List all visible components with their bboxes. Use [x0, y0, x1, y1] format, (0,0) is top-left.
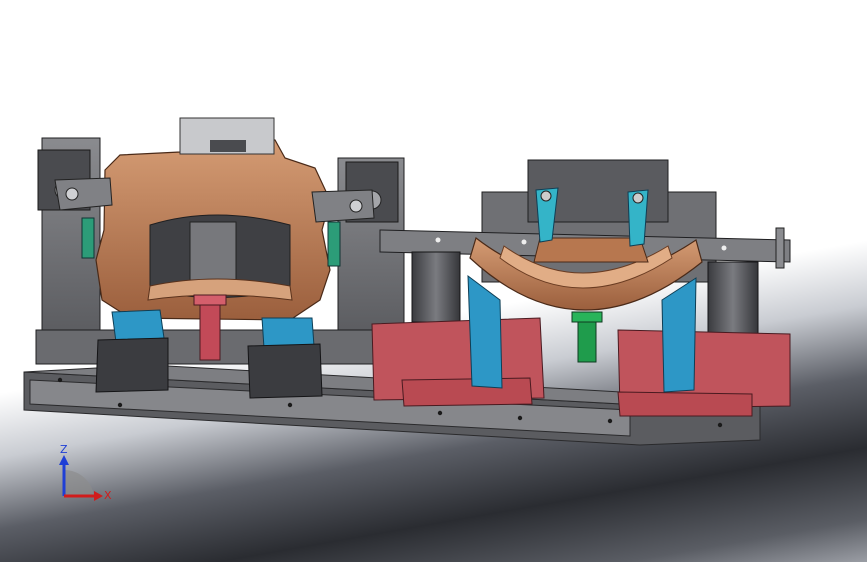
blue-locator-right[interactable] [261, 317, 315, 349]
axis-triad: Z X [59, 443, 112, 502]
copper-caliper-housing[interactable] [95, 117, 331, 321]
blue-locator-left[interactable] [111, 309, 165, 343]
right-clamp-arm[interactable] [311, 189, 375, 223]
left-clamp-arm[interactable] [54, 177, 113, 211]
z-axis-label: Z [60, 443, 68, 456]
x-axis-arrowhead [94, 491, 103, 501]
green-guide-left[interactable] [81, 217, 95, 259]
green-locating-pin[interactable] [571, 311, 603, 363]
red-base-block-left[interactable] [371, 317, 545, 407]
cylinder-right[interactable] [707, 261, 759, 335]
cylinder-left[interactable] [411, 251, 461, 323]
red-base-block-right[interactable] [617, 329, 791, 417]
support-block-right[interactable] [247, 343, 323, 399]
green-guide-right[interactable] [327, 221, 341, 267]
blue-support-left[interactable] [467, 274, 503, 389]
x-axis-label: X [104, 489, 112, 502]
graphics-viewport[interactable]: Z X [0, 0, 867, 562]
z-axis-arrowhead [59, 455, 69, 465]
blue-support-right[interactable] [661, 277, 697, 393]
cad-model-view[interactable]: Z X [0, 0, 867, 562]
support-block-left[interactable] [95, 337, 169, 393]
